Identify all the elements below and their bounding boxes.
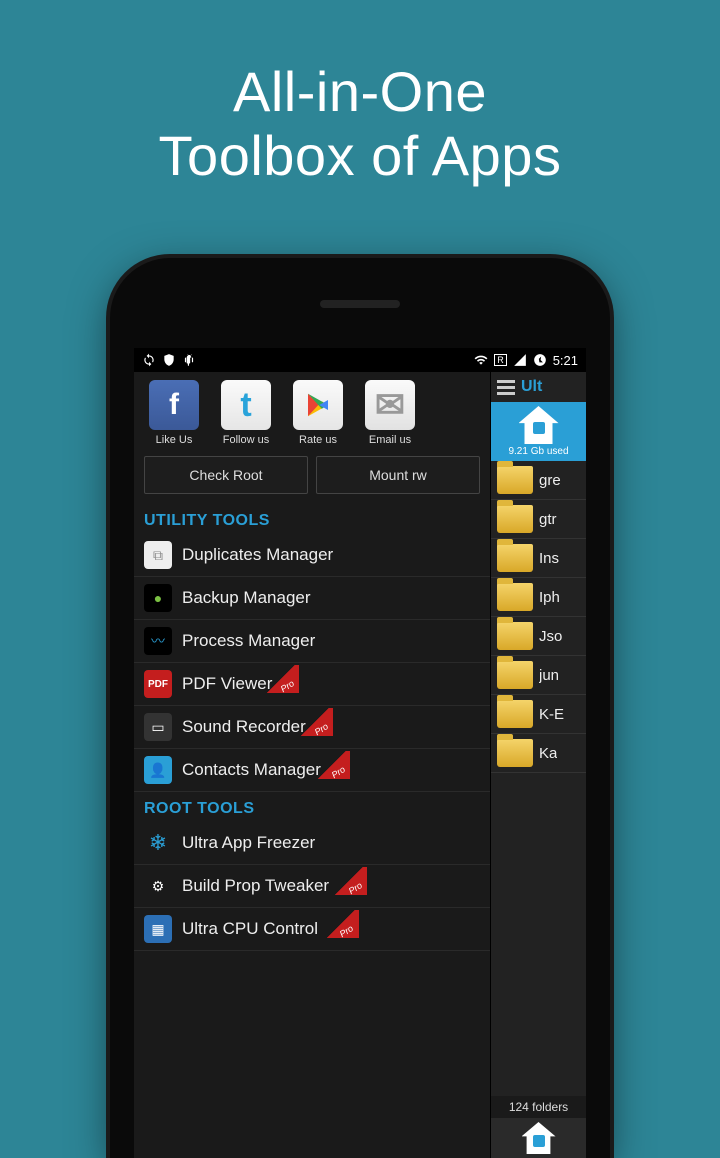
contacts-icon: 👤 bbox=[144, 756, 172, 784]
phone-screen: R 5:21 f Like Us t Follow us Rate us ✉ Email u… bbox=[134, 348, 586, 1158]
cpu-icon: ▦ bbox=[144, 915, 172, 943]
folder-item[interactable]: gtr bbox=[491, 500, 586, 539]
social-label: Like Us bbox=[156, 434, 193, 446]
folder-name: gtr bbox=[539, 511, 557, 528]
power-icon bbox=[533, 353, 547, 367]
phone-frame: R 5:21 f Like Us t Follow us Rate us ✉ Email u… bbox=[110, 258, 610, 1158]
folder-name: gre bbox=[539, 472, 561, 489]
tool-contacts-manager[interactable]: 👤 Contacts ManagerPro bbox=[134, 749, 490, 792]
social-email[interactable]: ✉ Email us bbox=[360, 380, 420, 446]
folder-item[interactable]: Iph bbox=[491, 578, 586, 617]
tool-ultra-app-freezer[interactable]: ❄ Ultra App Freezer bbox=[134, 822, 490, 865]
recorder-icon: ▭ bbox=[144, 713, 172, 741]
network-badge: R bbox=[494, 354, 507, 366]
folder-item[interactable]: jun bbox=[491, 656, 586, 695]
signal-icon bbox=[513, 353, 527, 367]
check-root-button[interactable]: Check Root bbox=[144, 456, 308, 494]
root-tools-header: ROOT TOOLS bbox=[134, 792, 490, 822]
folder-name: Ka bbox=[539, 745, 557, 762]
folder-icon bbox=[497, 739, 533, 767]
tool-label: PDF Viewer bbox=[182, 674, 272, 694]
tool-duplicates-manager[interactable]: ⧉ Duplicates Manager bbox=[134, 534, 490, 577]
backup-icon: ● bbox=[144, 584, 172, 612]
phone-speaker bbox=[320, 300, 400, 308]
folder-icon bbox=[497, 661, 533, 689]
pro-badge: Pro bbox=[316, 751, 350, 779]
storage-home-tile[interactable]: 9.21 Gb used bbox=[491, 402, 586, 461]
shield-icon bbox=[162, 353, 176, 367]
tool-process-manager[interactable]: 〰 Process Manager bbox=[134, 620, 490, 663]
folder-count: 124 folders bbox=[491, 1096, 586, 1118]
pro-badge: Pro bbox=[325, 910, 359, 938]
social-twitter[interactable]: t Follow us bbox=[216, 380, 276, 446]
pro-badge: Pro bbox=[265, 665, 299, 693]
status-time: 5:21 bbox=[553, 353, 578, 368]
tool-label: Backup Manager bbox=[182, 588, 311, 608]
main-panel: f Like Us t Follow us Rate us ✉ Email us Check… bbox=[134, 372, 490, 1158]
folder-icon bbox=[497, 700, 533, 728]
folder-icon bbox=[497, 583, 533, 611]
social-label: Email us bbox=[369, 434, 411, 446]
tool-build-prop-tweaker[interactable]: ⚙ Build Prop TweakerPro bbox=[134, 865, 490, 908]
tool-label: Sound Recorder bbox=[182, 717, 306, 737]
folder-name: Iph bbox=[539, 589, 560, 606]
social-facebook[interactable]: f Like Us bbox=[144, 380, 204, 446]
tool-backup-manager[interactable]: ● Backup Manager bbox=[134, 577, 490, 620]
mount-rw-button[interactable]: Mount rw bbox=[316, 456, 480, 494]
folder-item[interactable]: Ka bbox=[491, 734, 586, 773]
tool-label: Build Prop Tweaker bbox=[182, 876, 329, 896]
folder-item[interactable]: Ins bbox=[491, 539, 586, 578]
tool-label: Ultra CPU Control bbox=[182, 919, 318, 939]
tool-label: Ultra App Freezer bbox=[182, 833, 315, 853]
hero-line1: All-in-One bbox=[0, 60, 720, 124]
duplicates-icon: ⧉ bbox=[144, 541, 172, 569]
folder-name: Jso bbox=[539, 628, 562, 645]
tool-label: Duplicates Manager bbox=[182, 545, 333, 565]
pro-badge: Pro bbox=[299, 708, 333, 736]
sync-icon bbox=[142, 353, 156, 367]
folder-item[interactable]: K-E bbox=[491, 695, 586, 734]
folder-name: Ins bbox=[539, 550, 559, 567]
folder-item[interactable]: gre bbox=[491, 461, 586, 500]
social-label: Rate us bbox=[299, 434, 337, 446]
folder-name: K-E bbox=[539, 706, 564, 723]
folder-icon bbox=[497, 544, 533, 572]
tool-sound-recorder[interactable]: ▭ Sound RecorderPro bbox=[134, 706, 490, 749]
folder-icon bbox=[497, 466, 533, 494]
footer-home-button[interactable] bbox=[491, 1118, 586, 1158]
pro-badge: Pro bbox=[333, 867, 367, 895]
process-icon: 〰 bbox=[144, 627, 172, 655]
folder-name: jun bbox=[539, 667, 559, 684]
status-bar: R 5:21 bbox=[134, 348, 586, 372]
hero-line2: Toolbox of Apps bbox=[0, 124, 720, 188]
email-icon: ✉ bbox=[365, 380, 415, 430]
menu-icon[interactable] bbox=[497, 380, 515, 395]
folder-icon bbox=[497, 505, 533, 533]
twitter-icon: t bbox=[221, 380, 271, 430]
facebook-icon: f bbox=[149, 380, 199, 430]
tool-label: Contacts Manager bbox=[182, 760, 321, 780]
wifi-icon bbox=[474, 353, 488, 367]
side-panel-title: Ult bbox=[521, 378, 542, 396]
pdf-icon: PDF bbox=[144, 670, 172, 698]
build-prop-icon: ⚙ bbox=[144, 872, 172, 900]
side-panel: Ult 9.21 Gb used gre gtr Ins Iph Jso jun K-E Ka… bbox=[490, 372, 586, 1158]
android-icon bbox=[182, 353, 196, 367]
folder-item[interactable]: Jso bbox=[491, 617, 586, 656]
tool-label: Process Manager bbox=[182, 631, 315, 651]
tool-pdf-viewer[interactable]: PDF PDF ViewerPro bbox=[134, 663, 490, 706]
home-icon bbox=[522, 1122, 556, 1154]
social-play-store[interactable]: Rate us bbox=[288, 380, 348, 446]
hero-title: All-in-One Toolbox of Apps bbox=[0, 0, 720, 189]
folder-icon bbox=[497, 622, 533, 650]
play-store-icon bbox=[293, 380, 343, 430]
utility-tools-header: UTILITY TOOLS bbox=[134, 504, 490, 534]
storage-used-label: 9.21 Gb used bbox=[493, 446, 584, 459]
home-icon bbox=[519, 406, 559, 444]
social-label: Follow us bbox=[223, 434, 269, 446]
freezer-icon: ❄ bbox=[144, 829, 172, 857]
tool-ultra-cpu-control[interactable]: ▦ Ultra CPU Control Pro bbox=[134, 908, 490, 951]
